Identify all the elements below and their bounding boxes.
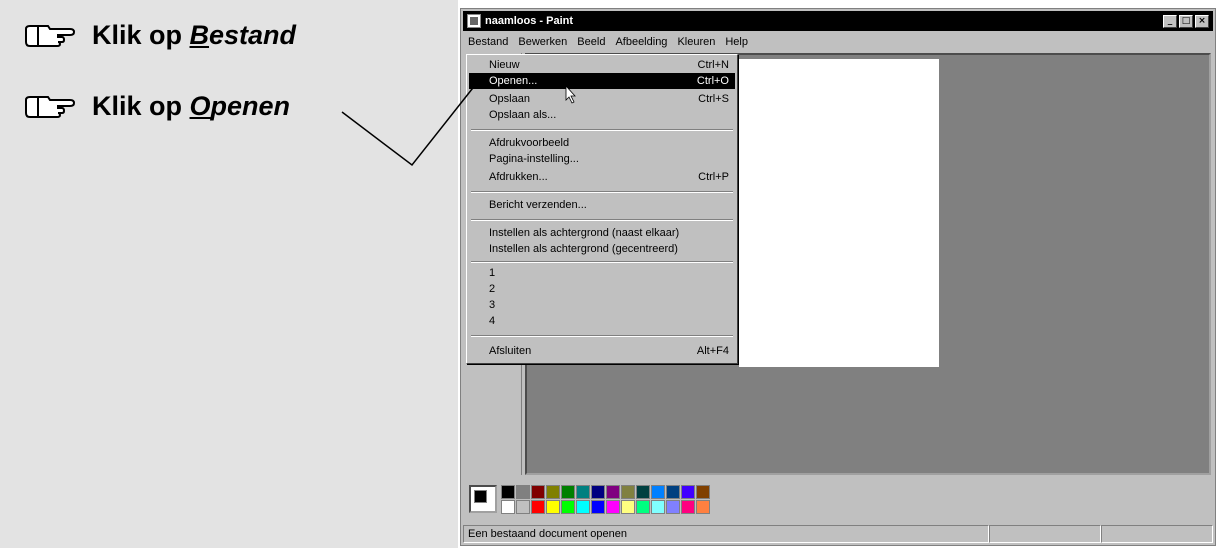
drawing-canvas[interactable] bbox=[739, 59, 939, 367]
instruction-text-1: Klik op Bestand bbox=[92, 20, 297, 50]
color-swatch[interactable] bbox=[561, 500, 575, 514]
menu-bestand[interactable]: Bestand bbox=[463, 36, 513, 48]
color-swatch[interactable] bbox=[531, 485, 545, 499]
menu-item-recent-1[interactable]: 1 bbox=[469, 265, 735, 281]
menu-beeld[interactable]: Beeld bbox=[572, 36, 610, 48]
color-swatch[interactable] bbox=[561, 485, 575, 499]
menu-kleuren[interactable]: Kleuren bbox=[672, 36, 720, 48]
color-swatch[interactable] bbox=[531, 500, 545, 514]
color-swatch[interactable] bbox=[606, 500, 620, 514]
menu-item-nieuw[interactable]: Nieuw Ctrl+N bbox=[469, 57, 735, 73]
foreground-color bbox=[474, 490, 487, 503]
menu-item-achtergrond-gecentreerd[interactable]: Instellen als achtergrond (gecentreerd) bbox=[469, 241, 735, 257]
color-swatches bbox=[501, 485, 710, 514]
color-swatch[interactable] bbox=[666, 485, 680, 499]
color-swatch[interactable] bbox=[501, 485, 515, 499]
status-cell-size bbox=[1101, 525, 1213, 543]
color-swatch[interactable] bbox=[591, 485, 605, 499]
paint-app-icon[interactable] bbox=[467, 14, 481, 28]
menu-separator bbox=[471, 129, 733, 131]
menu-item-afdrukvoorbeeld[interactable]: Afdrukvoorbeeld bbox=[469, 135, 735, 151]
color-swatch[interactable] bbox=[696, 485, 710, 499]
window-title: naamloos - Paint bbox=[485, 15, 574, 27]
menu-separator bbox=[471, 219, 733, 221]
menu-item-pagina-instelling[interactable]: Pagina-instelling... bbox=[469, 151, 735, 167]
color-swatch[interactable] bbox=[696, 500, 710, 514]
instruction-step-2: Klik op Openen bbox=[24, 91, 290, 122]
color-swatch[interactable] bbox=[681, 485, 695, 499]
menu-item-achtergrond-naast-elkaar[interactable]: Instellen als achtergrond (naast elkaar) bbox=[469, 225, 735, 241]
color-swatch[interactable] bbox=[621, 500, 635, 514]
color-swatch[interactable] bbox=[651, 485, 665, 499]
instruction-text-2: Klik op Openen bbox=[92, 91, 291, 121]
menu-separator bbox=[471, 261, 733, 263]
pointing-hand-icon bbox=[25, 24, 76, 47]
title-bar[interactable]: naamloos - Paint _ □ × bbox=[463, 11, 1213, 31]
menu-help[interactable]: Help bbox=[720, 36, 753, 48]
color-swatch[interactable] bbox=[636, 500, 650, 514]
menu-afbeelding[interactable]: Afbeelding bbox=[610, 36, 672, 48]
menu-item-opslaan[interactable]: Opslaan Ctrl+S bbox=[469, 91, 735, 107]
color-swatch[interactable] bbox=[546, 500, 560, 514]
menu-separator bbox=[471, 335, 733, 337]
menu-item-recent-4[interactable]: 4 bbox=[469, 313, 735, 329]
menu-item-openen[interactable]: Openen... Ctrl+O bbox=[469, 73, 735, 89]
color-swatch[interactable] bbox=[516, 500, 530, 514]
menu-bar: Bestand Bewerken Beeld Afbeelding Kleure… bbox=[463, 33, 1213, 51]
close-button[interactable]: × bbox=[1195, 14, 1209, 28]
menu-item-recent-3[interactable]: 3 bbox=[469, 297, 735, 313]
color-swatch[interactable] bbox=[666, 500, 680, 514]
maximize-button[interactable]: □ bbox=[1179, 14, 1193, 28]
instruction-step-1: Klik op Bestand bbox=[24, 20, 296, 51]
menu-item-recent-2[interactable]: 2 bbox=[469, 281, 735, 297]
color-swatch[interactable] bbox=[606, 485, 620, 499]
color-swatch[interactable] bbox=[516, 485, 530, 499]
window-controls: _ □ × bbox=[1163, 14, 1209, 28]
color-swatch[interactable] bbox=[636, 485, 650, 499]
status-bar: Een bestaand document openen bbox=[463, 525, 1213, 543]
color-swatch[interactable] bbox=[501, 500, 515, 514]
color-swatch[interactable] bbox=[681, 500, 695, 514]
color-swatch[interactable] bbox=[651, 500, 665, 514]
menu-item-opslaan-als[interactable]: Opslaan als... bbox=[469, 107, 735, 123]
color-swatch[interactable] bbox=[621, 485, 635, 499]
status-text: Een bestaand document openen bbox=[463, 525, 989, 543]
menu-item-afsluiten[interactable]: Afsluiten Alt+F4 bbox=[469, 343, 735, 359]
color-swatch[interactable] bbox=[576, 500, 590, 514]
bestand-menu-dropdown: Nieuw Ctrl+N Openen... Ctrl+O Opslaan Ctrl+… bbox=[466, 54, 738, 364]
color-swatch[interactable] bbox=[576, 485, 590, 499]
menu-item-bericht-verzenden[interactable]: Bericht verzenden... bbox=[469, 197, 735, 213]
pointing-hand-icon bbox=[25, 95, 76, 118]
color-swatch[interactable] bbox=[546, 485, 560, 499]
menu-item-afdrukken[interactable]: Afdrukken... Ctrl+P bbox=[469, 169, 735, 185]
menu-separator bbox=[471, 191, 733, 193]
color-palette bbox=[465, 481, 725, 521]
instruction-panel: Klik op Bestand Klik op Openen bbox=[0, 0, 458, 548]
status-cell-coords bbox=[989, 525, 1101, 543]
minimize-button[interactable]: _ bbox=[1163, 14, 1177, 28]
current-colors[interactable] bbox=[469, 485, 497, 513]
menu-bewerken[interactable]: Bewerken bbox=[513, 36, 572, 48]
color-swatch[interactable] bbox=[591, 500, 605, 514]
